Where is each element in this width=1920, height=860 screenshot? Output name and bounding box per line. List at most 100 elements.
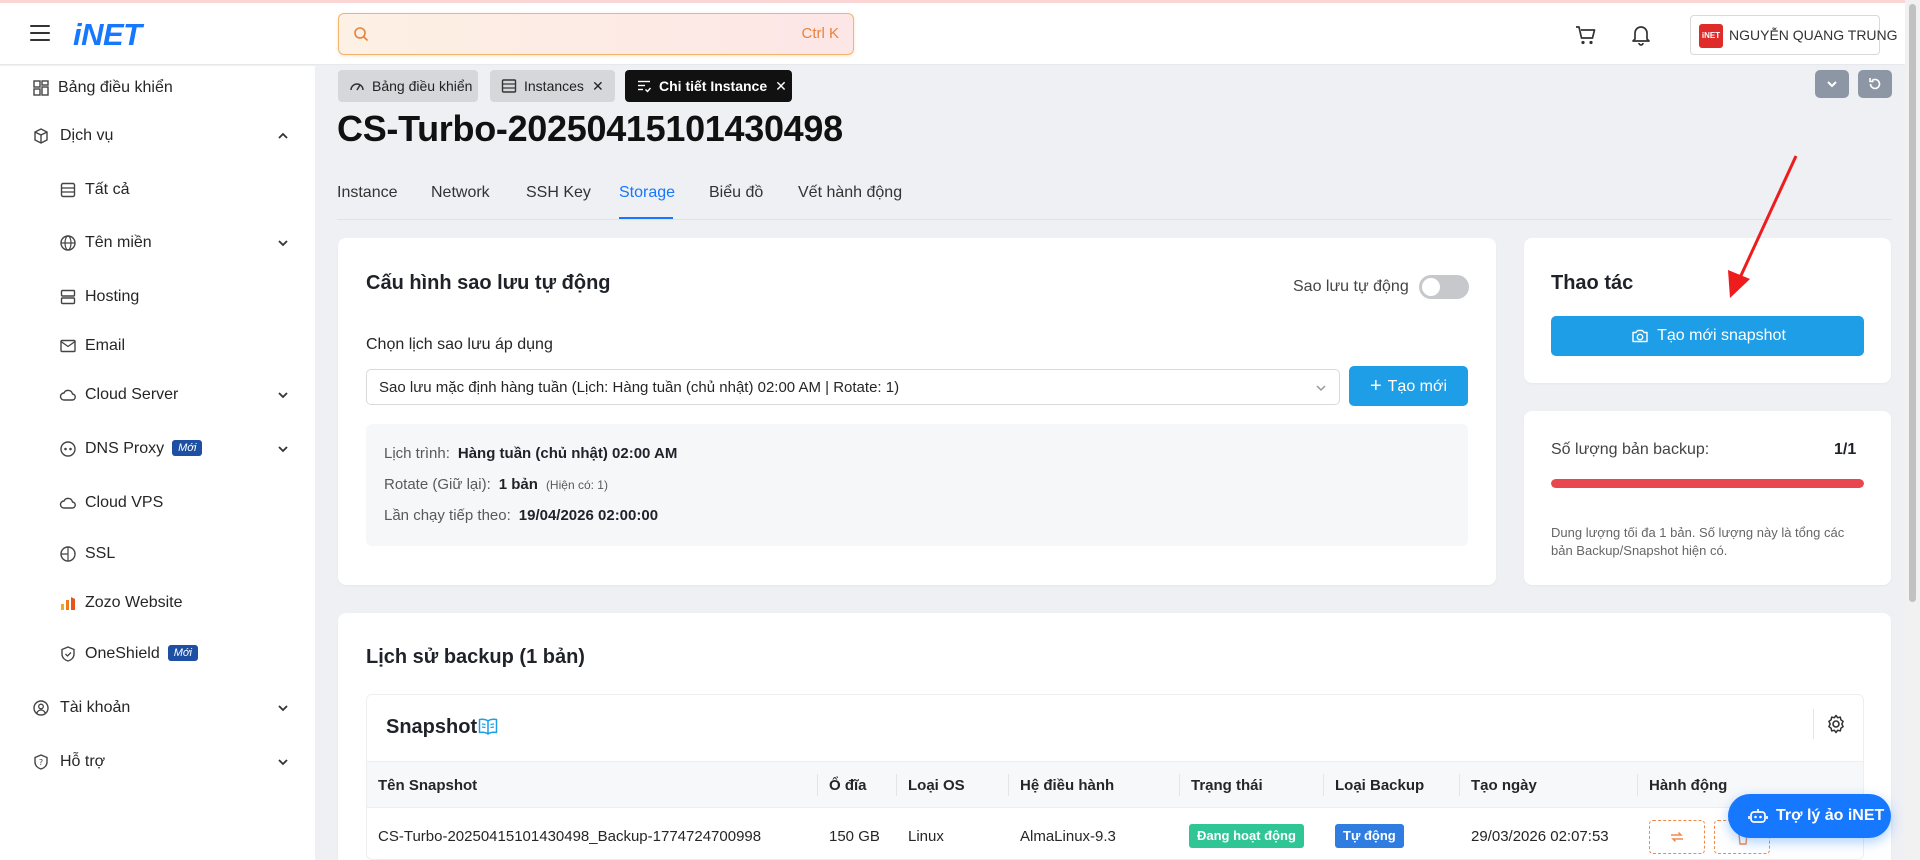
search-shortcut: Ctrl K — [801, 25, 840, 42]
cloud-icon — [59, 389, 76, 401]
col-header: Hành động — [1649, 777, 1728, 794]
tab-chart[interactable]: Biểu đồ — [709, 184, 763, 202]
box-icon — [34, 128, 48, 144]
user-menu[interactable]: iNET NGUYỄN QUANG TRUNG — [1690, 15, 1898, 55]
sidebar-item-label: Tất cả — [85, 181, 130, 198]
create-snapshot-button[interactable]: Tạo mới snapshot — [1551, 316, 1864, 356]
col-header: Loại OS — [908, 777, 965, 794]
sidebar-item-cloud-server[interactable]: Cloud Server — [0, 373, 315, 417]
backup-count-note: Dung lượng tối đa 1 bản. Số lượng này là… — [1551, 525, 1845, 558]
sidebar-item-dns-proxy[interactable]: DNS Proxy Mới — [0, 427, 315, 471]
backup-count-value: 1/1 — [1834, 441, 1857, 458]
sidebar-item-label: Cloud VPS — [85, 494, 164, 511]
actions-title: Thao tác — [1551, 272, 1634, 294]
col-header: Trạng thái — [1191, 777, 1263, 794]
sidebar-item-oneshield[interactable]: OneShield Mới — [0, 632, 315, 676]
table-header: Tên Snapshot Ổ đĩa Loại OS Hệ điều hành … — [367, 761, 1863, 808]
collapse-button[interactable] — [1815, 70, 1849, 98]
top-header: iNET Ctrl K iNET NGUYỄN QUANG TRUNG — [0, 3, 1905, 65]
auto-backup-toggle[interactable] — [1419, 275, 1469, 299]
backup-history-title: Lịch sử backup (1 bản) — [366, 646, 585, 668]
plus-icon: + — [1369, 375, 1382, 397]
tab-dashboard[interactable]: Bảng điều khiển — [338, 70, 478, 102]
tab-ssh-key[interactable]: SSH Key — [526, 184, 591, 202]
backup-progress-bar — [1551, 479, 1864, 488]
sidebar-item-label: Zozo Website — [85, 594, 183, 611]
chevron-down-icon — [278, 392, 288, 399]
snapshot-os-type: Linux — [908, 828, 944, 845]
refresh-icon — [1869, 78, 1881, 90]
page-scrollbar[interactable] — [1905, 0, 1920, 860]
toggle-knob — [1422, 278, 1440, 296]
sidebar-item-label: DNS Proxy Mới — [85, 440, 203, 458]
cart-icon[interactable] — [1573, 22, 1599, 48]
tab-network[interactable]: Network — [431, 184, 490, 202]
sidebar-item-email[interactable]: Email — [0, 324, 315, 368]
refresh-button[interactable] — [1858, 70, 1892, 98]
sidebar-item-label: OneShield Mới — [85, 645, 198, 663]
close-icon[interactable]: ✕ — [592, 78, 604, 94]
sidebar-item-dashboard[interactable]: Bảng điều khiển — [0, 66, 315, 110]
col-header: Loại Backup — [1335, 777, 1425, 794]
scrollbar-thumb[interactable] — [1909, 4, 1916, 602]
restore-icon — [1671, 831, 1683, 843]
annotation-arrow — [1728, 155, 1798, 298]
tab-instances[interactable]: Instances ✕ — [490, 70, 615, 102]
next-run-row: Lần chạy tiếp theo: 19/04/2026 02:00:00 — [384, 507, 659, 524]
sidebar-item-services[interactable]: Dịch vụ — [0, 114, 315, 158]
tab-instance-detail[interactable]: Chi tiết Instance ✕ — [625, 70, 792, 102]
list-icon — [60, 182, 76, 198]
sidebar-item-domains[interactable]: Tên miền — [0, 221, 315, 265]
schedule-value: Hàng tuần (chủ nhật) 02:00 AM — [457, 445, 678, 462]
sidebar-item-label: Dịch vụ — [60, 127, 114, 144]
gear-icon[interactable] — [1825, 713, 1847, 735]
backup-progress-fill — [1551, 479, 1864, 488]
zozo-icon — [61, 597, 75, 610]
tab-label: Instances — [524, 78, 584, 94]
close-icon[interactable]: ✕ — [775, 78, 787, 94]
snapshot-name: CS-Turbo-20250415101430498_Backup-177472… — [378, 828, 762, 845]
camera-icon — [1632, 329, 1648, 343]
sidebar-item-ssl[interactable]: SSL — [0, 532, 315, 576]
virtual-assistant-button[interactable]: Trợ lý ảo iNET — [1728, 794, 1891, 838]
sidebar-item-account[interactable]: Tài khoản — [0, 686, 315, 730]
create-schedule-button[interactable]: + Tạo mới — [1349, 366, 1468, 406]
bell-icon[interactable] — [1628, 22, 1654, 48]
backup-count-label: Số lượng bản backup: — [1551, 441, 1710, 458]
col-header: Tên Snapshot — [378, 777, 478, 794]
actions-card — [1524, 238, 1891, 383]
logo[interactable]: iNET — [73, 17, 142, 53]
robot-icon — [1748, 809, 1768, 823]
chevron-down-icon — [278, 446, 288, 453]
sidebar-item-label: SSL — [85, 545, 116, 562]
sidebar-item-label: Tài khoản — [60, 699, 131, 716]
sidebar: Bảng điều khiển Dịch vụ Tất cả Tên miền … — [0, 66, 315, 860]
chevron-down-icon — [278, 759, 288, 766]
sidebar-item-support[interactable]: ? Hỗ trợ — [0, 740, 315, 784]
sidebar-item-hosting[interactable]: Hosting — [0, 275, 315, 319]
help-icon: ? — [34, 754, 48, 770]
sidebar-item-all[interactable]: Tất cả — [0, 168, 315, 212]
schedule-select-label: Chọn lịch sao lưu áp dụng — [366, 336, 553, 353]
schedule-info-panel: Lịch trình: Hàng tuần (chủ nhật) 02:00 AM… — [366, 424, 1468, 546]
tab-instance[interactable]: Instance — [337, 184, 397, 202]
ssl-icon — [60, 546, 76, 562]
menu-icon[interactable] — [30, 25, 50, 41]
chevron-down-icon — [1827, 81, 1837, 88]
schedule-select[interactable]: Sao lưu mặc định hàng tuần (Lịch: Hàng t… — [366, 369, 1340, 405]
sidebar-item-cloud-vps[interactable]: Cloud VPS — [0, 481, 315, 525]
book-icon[interactable] — [477, 717, 499, 737]
backup-type-badge: Tự động — [1335, 824, 1404, 848]
restore-button[interactable] — [1649, 820, 1705, 854]
sidebar-item-zozo-website[interactable]: Zozo Website — [0, 581, 315, 625]
sidebar-item-label: Bảng điều khiển — [58, 79, 173, 96]
next-run-value: 19/04/2026 02:00:00 — [518, 507, 659, 524]
tab-activity-log[interactable]: Vết hành động — [798, 184, 902, 202]
svg-text:?: ? — [39, 758, 43, 767]
schedule-select-value: Sao lưu mặc định hàng tuần (Lịch: Hàng t… — [379, 379, 900, 396]
search-input[interactable]: Ctrl K — [338, 13, 854, 55]
user-name: NGUYỄN QUANG TRUNG — [1729, 27, 1898, 43]
tab-storage[interactable]: Storage — [619, 184, 675, 202]
user-icon — [33, 700, 49, 716]
status-badge: Đang hoạt động — [1189, 824, 1304, 848]
